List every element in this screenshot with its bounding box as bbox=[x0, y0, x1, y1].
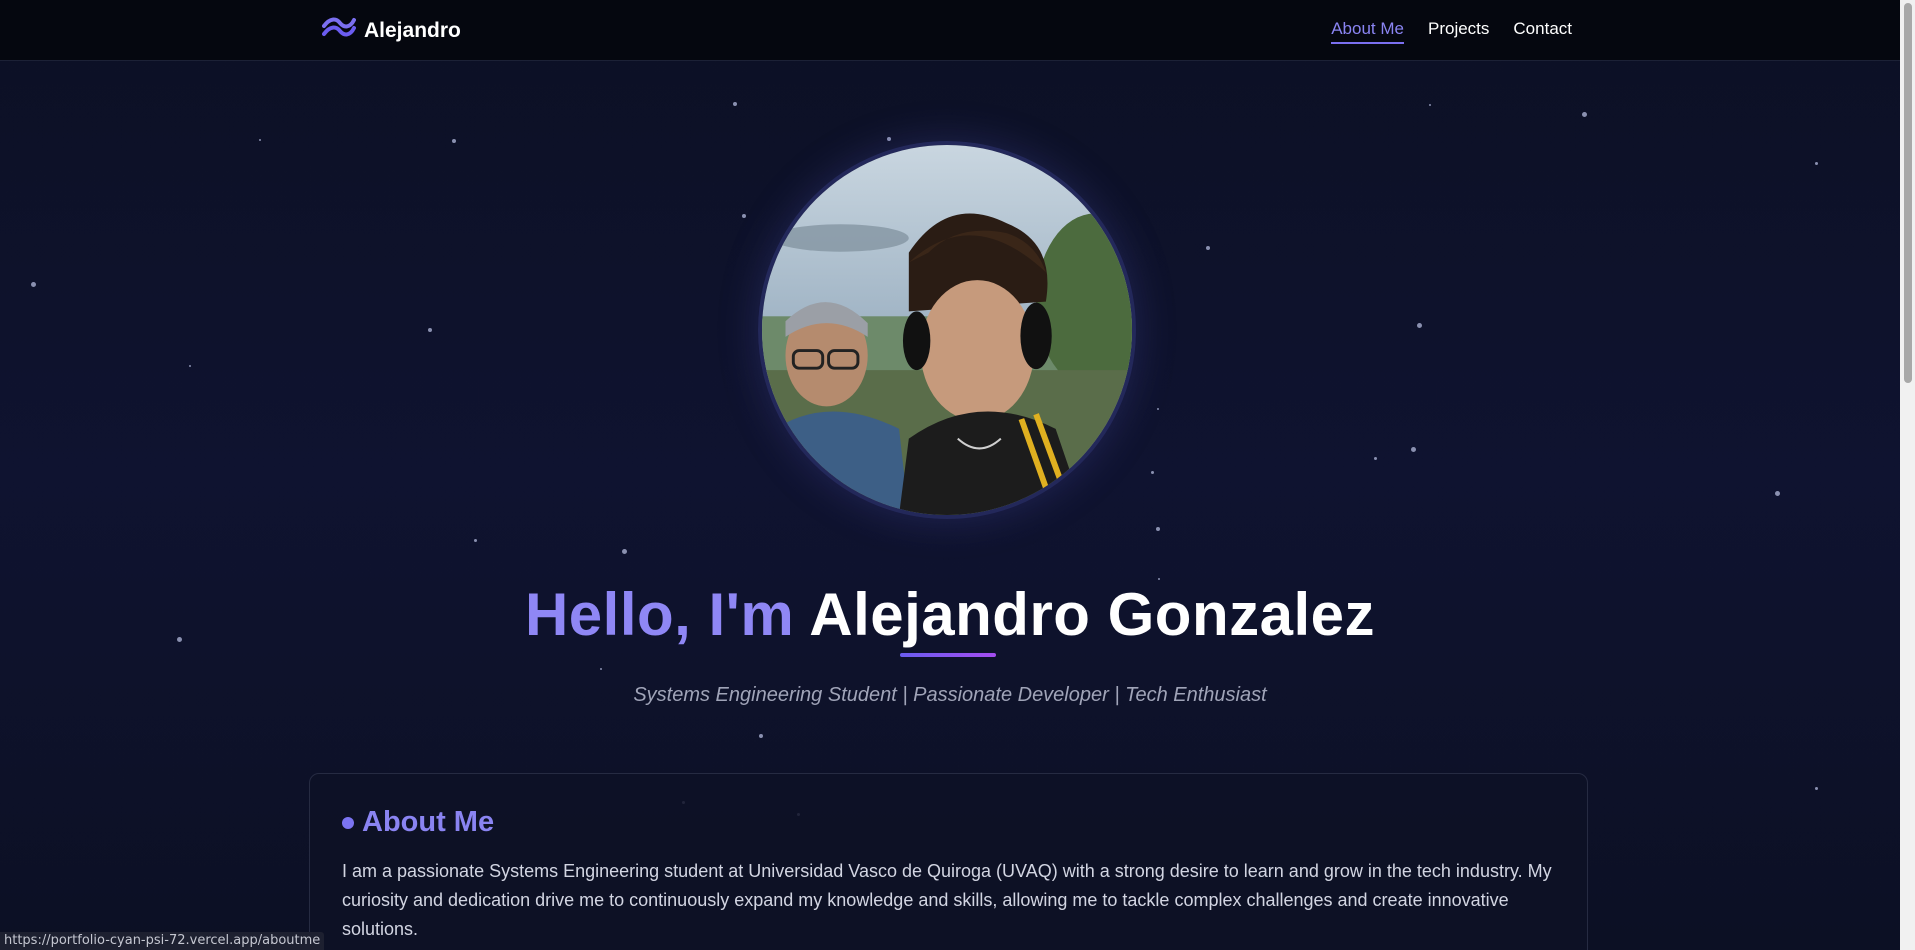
status-bar-url: https://portfolio-cyan-psi-72.vercel.app… bbox=[0, 932, 325, 950]
title-underline-decoration bbox=[900, 653, 996, 657]
scrollbar-thumb[interactable] bbox=[1904, 3, 1912, 383]
nav-link-contact[interactable]: Contact bbox=[1513, 19, 1572, 44]
about-me-card: About Me I am a passionate Systems Engin… bbox=[309, 773, 1588, 950]
vertical-scrollbar[interactable] bbox=[1900, 0, 1915, 950]
about-title: About Me bbox=[362, 806, 495, 838]
hero-greeting: Hello, I'm bbox=[524, 581, 795, 648]
hero-subtitle: Systems Engineering Student | Passionate… bbox=[633, 684, 1267, 706]
about-paragraph: I am a passionate Systems Engineering st… bbox=[342, 861, 1552, 939]
hero-heading: Hello, I'm Alejandro Gonzalez bbox=[0, 580, 1900, 649]
wave-icon bbox=[322, 16, 356, 45]
brand-name: Alejandro bbox=[364, 18, 461, 42]
nav-link-projects[interactable]: Projects bbox=[1428, 19, 1489, 44]
about-heading: About Me bbox=[342, 806, 1555, 839]
hero-name: Alejandro Gonzalez bbox=[809, 581, 1376, 648]
nav-link-about-me[interactable]: About Me bbox=[1331, 19, 1404, 44]
profile-photo bbox=[758, 141, 1136, 519]
top-navbar: Alejandro About Me Projects Contact bbox=[0, 0, 1900, 61]
nav-links: About Me Projects Contact bbox=[1331, 19, 1572, 44]
bullet-dot-icon bbox=[342, 816, 354, 829]
brand-logo-link[interactable]: Alejandro bbox=[322, 16, 461, 45]
